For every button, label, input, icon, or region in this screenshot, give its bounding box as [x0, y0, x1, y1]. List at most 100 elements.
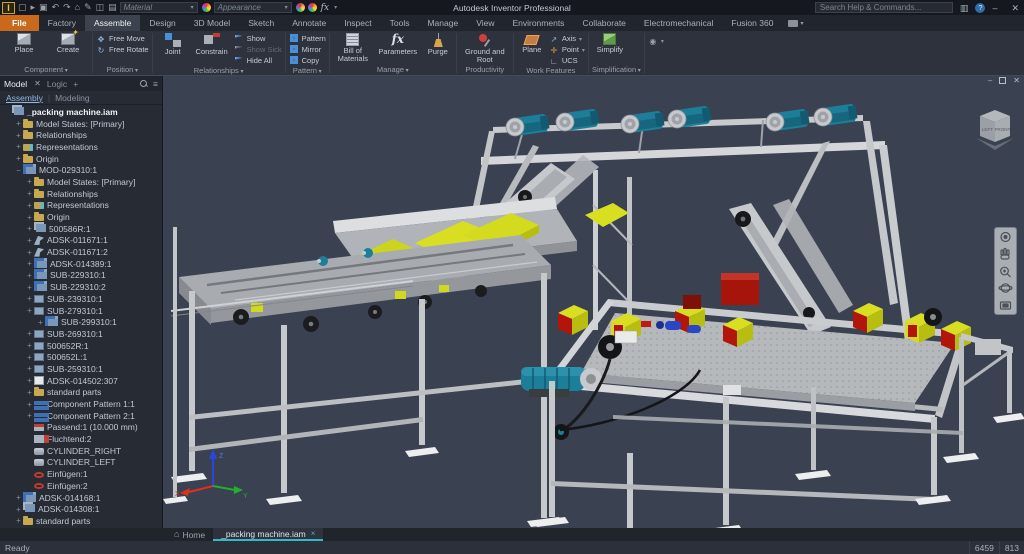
ribbon-tab-file[interactable]: File: [0, 15, 39, 31]
ribbon-tab-electromechanical[interactable]: Electromechanical: [635, 15, 722, 31]
show-sick-button[interactable]: Show Sick: [234, 45, 282, 55]
constrain-button[interactable]: Constrain: [192, 32, 232, 56]
hide-all-button[interactable]: Hide All: [234, 56, 282, 66]
create-button[interactable]: Create: [47, 32, 89, 54]
free-rotate-button[interactable]: ↻Free Rotate: [96, 45, 149, 55]
tree-item[interactable]: +SUB-229310:1: [0, 270, 162, 282]
free-move-button[interactable]: ✥Free Move: [96, 34, 149, 44]
ribbon-extra-tool-button[interactable]: ◉▾: [648, 36, 664, 46]
tab-active-document[interactable]: _packing machine.iam×: [213, 528, 323, 541]
bill-of-materials-button[interactable]: Bill of Materials: [333, 32, 373, 63]
store-cart-icon[interactable]: ▥: [960, 2, 969, 14]
ribbon-tab-tools[interactable]: Tools: [381, 15, 419, 31]
tree-expand-toggle[interactable]: +: [25, 259, 34, 268]
tree-item[interactable]: +ADSK-011671:1: [0, 235, 162, 247]
point-button[interactable]: ✛Point▾: [549, 45, 585, 55]
ribbon-tab-3d-model[interactable]: 3D Model: [185, 15, 239, 31]
plane-button[interactable]: Plane: [517, 32, 547, 54]
place-button[interactable]: Place: [3, 32, 45, 54]
tree-item[interactable]: +Model States: [Primary]: [0, 118, 162, 130]
work-features-group-footer[interactable]: Work Features: [517, 66, 585, 76]
tree-item[interactable]: Einfügen:1: [0, 468, 162, 480]
tree-item[interactable]: +500652R:1: [0, 340, 162, 352]
tree-item[interactable]: +Component Pattern 1:1: [0, 398, 162, 410]
clear-sphere-icon[interactable]: [308, 3, 317, 12]
tree-item[interactable]: +SUB-239310:1: [0, 293, 162, 305]
tree-item[interactable]: +Component Pattern 2:1: [0, 410, 162, 422]
tree-item[interactable]: +Model States: [Primary]: [0, 176, 162, 188]
tree-item[interactable]: +ADSK-014389:1: [0, 258, 162, 270]
tree-expand-toggle[interactable]: +: [25, 353, 34, 362]
tree-expand-toggle[interactable]: +: [14, 505, 23, 514]
tree-expand-toggle[interactable]: +: [25, 283, 34, 292]
undo-icon[interactable]: ↶: [52, 1, 60, 14]
parameters-fx-icon[interactable]: fx: [321, 3, 329, 13]
subtab-assembly[interactable]: Assembly: [6, 93, 43, 103]
tree-item[interactable]: +SUB-229310:2: [0, 281, 162, 293]
tree-item[interactable]: +Origin: [0, 153, 162, 165]
viewport-3d[interactable]: – ✕: [163, 76, 1024, 528]
measure-icon[interactable]: ◫: [96, 1, 105, 14]
doc-minimize-button[interactable]: –: [988, 76, 992, 86]
tree-item[interactable]: +ADSK-014168:1: [0, 492, 162, 504]
ribbon-tab-view[interactable]: View: [467, 15, 503, 31]
app-logo-icon[interactable]: I: [2, 2, 15, 14]
color-sphere-icon[interactable]: [202, 3, 211, 12]
open-file-icon[interactable]: ▸: [31, 1, 36, 14]
tree-expand-toggle[interactable]: +: [25, 341, 34, 350]
tree-expand-toggle[interactable]: +: [25, 236, 34, 245]
tree-item[interactable]: +500652L:1: [0, 351, 162, 363]
view-cube[interactable]: LEFT FRONT: [972, 102, 1018, 154]
relationships-group-footer[interactable]: Relationships: [156, 66, 282, 76]
tree-item[interactable]: +standard parts: [0, 515, 162, 527]
tree-item[interactable]: Einfügen:2: [0, 480, 162, 492]
ribbon-tab-annotate[interactable]: Annotate: [283, 15, 335, 31]
home-icon[interactable]: ⌂: [75, 1, 80, 14]
tree-expand-toggle[interactable]: +: [14, 131, 23, 140]
material-dropdown[interactable]: Material ▾: [120, 2, 198, 13]
tree-expand-toggle[interactable]: +: [14, 142, 23, 151]
tab-model[interactable]: Model: [4, 79, 27, 89]
joint-button[interactable]: Joint: [156, 32, 190, 56]
tree-expand-toggle[interactable]: −: [14, 166, 23, 175]
ribbon-tab-sketch[interactable]: Sketch: [239, 15, 283, 31]
ribbon-tab-assemble[interactable]: Assemble: [85, 15, 140, 31]
new-file-icon[interactable]: ▢: [18, 1, 27, 14]
mirror-button[interactable]: Mirror: [289, 45, 326, 55]
close-icon[interactable]: ×: [311, 529, 316, 538]
pattern-button[interactable]: Pattern: [289, 34, 326, 44]
ground-and-root-button[interactable]: Ground and Root: [460, 32, 510, 64]
navigation-bar[interactable]: [995, 228, 1016, 314]
minimize-button[interactable]: –: [992, 2, 997, 14]
tree-item[interactable]: +500586R:1: [0, 223, 162, 235]
tree-expand-toggle[interactable]: +: [25, 294, 34, 303]
help-icon[interactable]: ?: [975, 3, 985, 13]
tree-expand-toggle[interactable]: +: [14, 516, 23, 525]
qat-customize-chevron-icon[interactable]: ▾: [334, 4, 337, 11]
tree-item[interactable]: +SUB-279310:1: [0, 305, 162, 317]
webcam-addin-icon[interactable]: ▾: [788, 15, 803, 31]
close-icon[interactable]: ✕: [34, 79, 41, 88]
tree-expand-toggle[interactable]: +: [25, 411, 34, 420]
doc-close-button[interactable]: ✕: [1013, 76, 1020, 86]
tree-item[interactable]: +Representations: [0, 200, 162, 212]
tree-expand-toggle[interactable]: +: [25, 376, 34, 385]
axis-button[interactable]: ↗Axis▾: [549, 34, 585, 44]
search-input[interactable]: [815, 2, 953, 13]
tree-item[interactable]: +ADSK-014502:307: [0, 375, 162, 387]
tree-item[interactable]: CYLINDER_RIGHT: [0, 445, 162, 457]
ribbon-tab-fusion-360[interactable]: Fusion 360: [722, 15, 782, 31]
tree-expand-toggle[interactable]: +: [36, 318, 45, 327]
tree-expand-toggle[interactable]: +: [14, 154, 23, 163]
tree-expand-toggle[interactable]: +: [25, 400, 34, 409]
menu-icon[interactable]: ≡: [153, 79, 158, 89]
tree-item[interactable]: +Relationships: [0, 129, 162, 141]
tree-item[interactable]: +Relationships: [0, 188, 162, 200]
tree-item[interactable]: Passend:1 (10.000 mm): [0, 422, 162, 434]
parameters-button[interactable]: Parameters: [375, 32, 421, 56]
tree-expand-toggle[interactable]: +: [14, 119, 23, 128]
tree-item[interactable]: +SUB-269310:1: [0, 328, 162, 340]
tree-expand-toggle[interactable]: +: [25, 388, 34, 397]
tree-item[interactable]: Fluchtend:2: [0, 433, 162, 445]
tree-expand-toggle[interactable]: +: [25, 271, 34, 280]
